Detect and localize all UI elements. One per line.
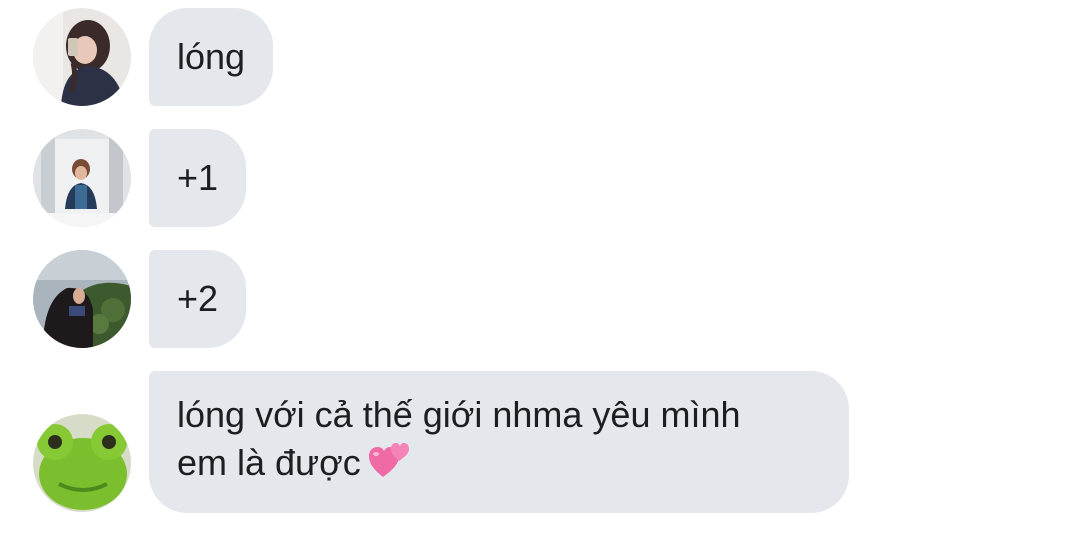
- avatar[interactable]: [33, 250, 131, 348]
- message-text: em là được: [177, 442, 361, 483]
- message-bubble[interactable]: +1: [149, 129, 247, 227]
- message-bubble[interactable]: lóng với cả thế giới nhma yêu mình em là…: [149, 371, 849, 513]
- avatar[interactable]: [33, 414, 131, 512]
- message-text-line: lóng với cả thế giới nhma yêu mình: [177, 394, 741, 435]
- message-row: +1: [0, 129, 1080, 229]
- profile-photo-girl-dark-hair-icon: [33, 8, 131, 106]
- message-text: +1: [177, 157, 219, 198]
- message-bubble[interactable]: +2: [149, 250, 247, 348]
- profile-photo-girl-outdoor-icon: [33, 250, 131, 348]
- message-text: lóng: [177, 36, 246, 77]
- message-bubble[interactable]: lóng: [149, 8, 274, 106]
- message-row: +2: [0, 250, 1080, 350]
- message-text: +2: [177, 278, 219, 319]
- message-row: lóng: [0, 8, 1080, 108]
- profile-photo-mirror-selfie-icon: [33, 129, 131, 227]
- message-text-line: em là được: [177, 437, 821, 485]
- message-row: lóng với cả thế giới nhma yêu mình em là…: [0, 371, 1080, 513]
- two-hearts-icon: [368, 437, 413, 481]
- avatar[interactable]: [33, 129, 131, 227]
- profile-photo-green-plush-frog-icon: [33, 414, 131, 512]
- avatar[interactable]: [33, 8, 131, 106]
